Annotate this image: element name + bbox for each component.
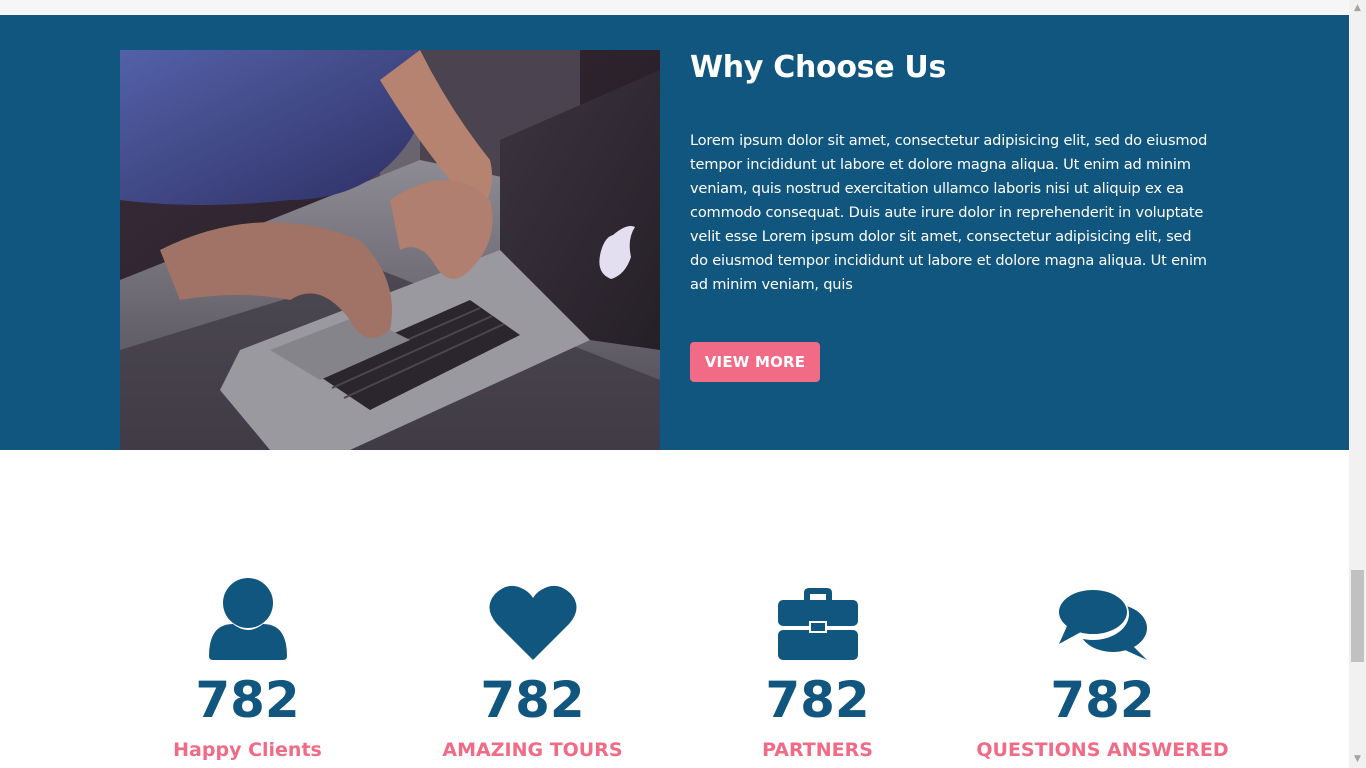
stat-amazing-tours: 782 AMAZING TOURS bbox=[390, 450, 675, 768]
section-description: Lorem ipsum dolor sit amet, consectetur … bbox=[690, 132, 1208, 293]
top-strip bbox=[0, 0, 1349, 15]
laptop-typing-photo bbox=[120, 50, 660, 450]
scroll-up-arrow-icon[interactable]: ▲ bbox=[1349, 0, 1366, 17]
stat-happy-clients: 782 Happy Clients bbox=[105, 450, 390, 768]
user-icon bbox=[105, 578, 390, 660]
stat-value: 782 bbox=[480, 671, 585, 729]
scrollbar-thumb[interactable] bbox=[1351, 570, 1364, 662]
vertical-scrollbar[interactable]: ▲ ▼ bbox=[1349, 0, 1366, 768]
stat-partners: 782 PARTNERS bbox=[675, 450, 960, 768]
stat-value: 782 bbox=[1050, 671, 1155, 729]
briefcase-icon bbox=[675, 578, 960, 660]
stat-label: AMAZING TOURS bbox=[442, 739, 623, 761]
stat-questions-answered: 782 QUESTIONS ANSWERED bbox=[960, 450, 1245, 768]
view-more-button[interactable]: VIEW MORE bbox=[690, 342, 820, 382]
stat-value: 782 bbox=[765, 671, 870, 729]
heart-icon bbox=[390, 578, 675, 660]
stat-label: QUESTIONS ANSWERED bbox=[976, 739, 1229, 761]
stat-label: PARTNERS bbox=[762, 739, 873, 761]
stat-label: Happy Clients bbox=[173, 739, 322, 761]
comments-icon bbox=[960, 578, 1245, 660]
stats-section: 782 Happy Clients 782 AMAZING TOURS 782 … bbox=[0, 450, 1349, 768]
why-choose-us-section: Why Choose Us Lorem ipsum dolor sit amet… bbox=[0, 15, 1349, 450]
stat-value: 782 bbox=[195, 671, 300, 729]
scroll-down-arrow-icon[interactable]: ▼ bbox=[1349, 751, 1366, 768]
section-title: Why Choose Us bbox=[690, 50, 947, 85]
